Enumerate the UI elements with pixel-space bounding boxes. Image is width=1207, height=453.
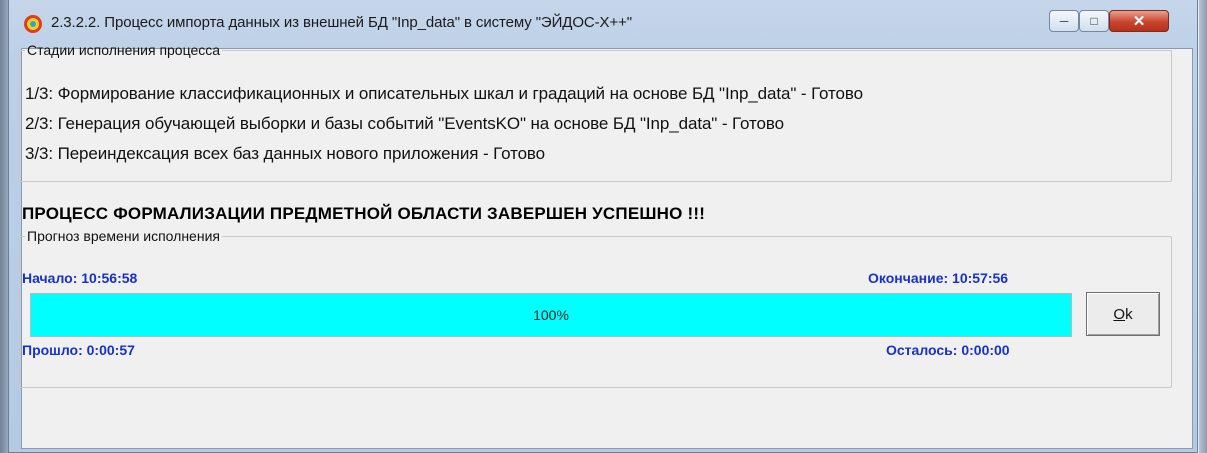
start-time-label: Начало: 10:56:58	[22, 270, 138, 286]
stages-group: Стадии исполнения процесса 1/3: Формиров…	[18, 42, 1172, 182]
ok-button-label: Ok	[1113, 305, 1133, 323]
maximize-button[interactable]: □	[1079, 10, 1109, 32]
maximize-icon: □	[1090, 14, 1098, 28]
close-icon: ✕	[1132, 13, 1146, 30]
eidos-app-icon	[24, 15, 42, 33]
ok-button[interactable]: Ok	[1086, 292, 1160, 336]
progress-percent: 100%	[533, 307, 569, 323]
remaining-time-label: Осталось: 0:00:00	[886, 342, 1010, 358]
desktop-edge-right	[1199, 0, 1207, 453]
minimize-icon: ─	[1059, 14, 1069, 28]
progress-bar: 100%	[30, 293, 1072, 337]
forecast-legend: Прогноз времени исполнения	[27, 228, 220, 244]
desktop-edge-left	[0, 0, 8, 453]
success-message: ПРОЦЕСС ФОРМАЛИЗАЦИИ ПРЕДМЕТНОЙ ОБЛАСТИ …	[22, 204, 706, 223]
stages-legend: Стадии исполнения процесса	[27, 42, 221, 58]
window-title: 2.3.2.2. Процесс импорта данных из внешн…	[51, 14, 632, 31]
stage-line-2: 2/3: Генерация обучающей выборки и базы …	[25, 114, 784, 133]
minimize-button[interactable]: ─	[1049, 10, 1079, 32]
end-time-label: Окончание: 10:57:56	[868, 270, 1009, 286]
elapsed-time-label: Прошло: 0:00:57	[22, 342, 135, 358]
stage-line-1: 1/3: Формирование классификационных и оп…	[25, 84, 863, 103]
stage-line-3: 3/3: Переиндексация всех баз данных ново…	[25, 144, 546, 163]
title-bar[interactable]: 2.3.2.2. Процесс импорта данных из внешн…	[9, 0, 1197, 48]
close-button[interactable]: ✕	[1109, 10, 1169, 32]
